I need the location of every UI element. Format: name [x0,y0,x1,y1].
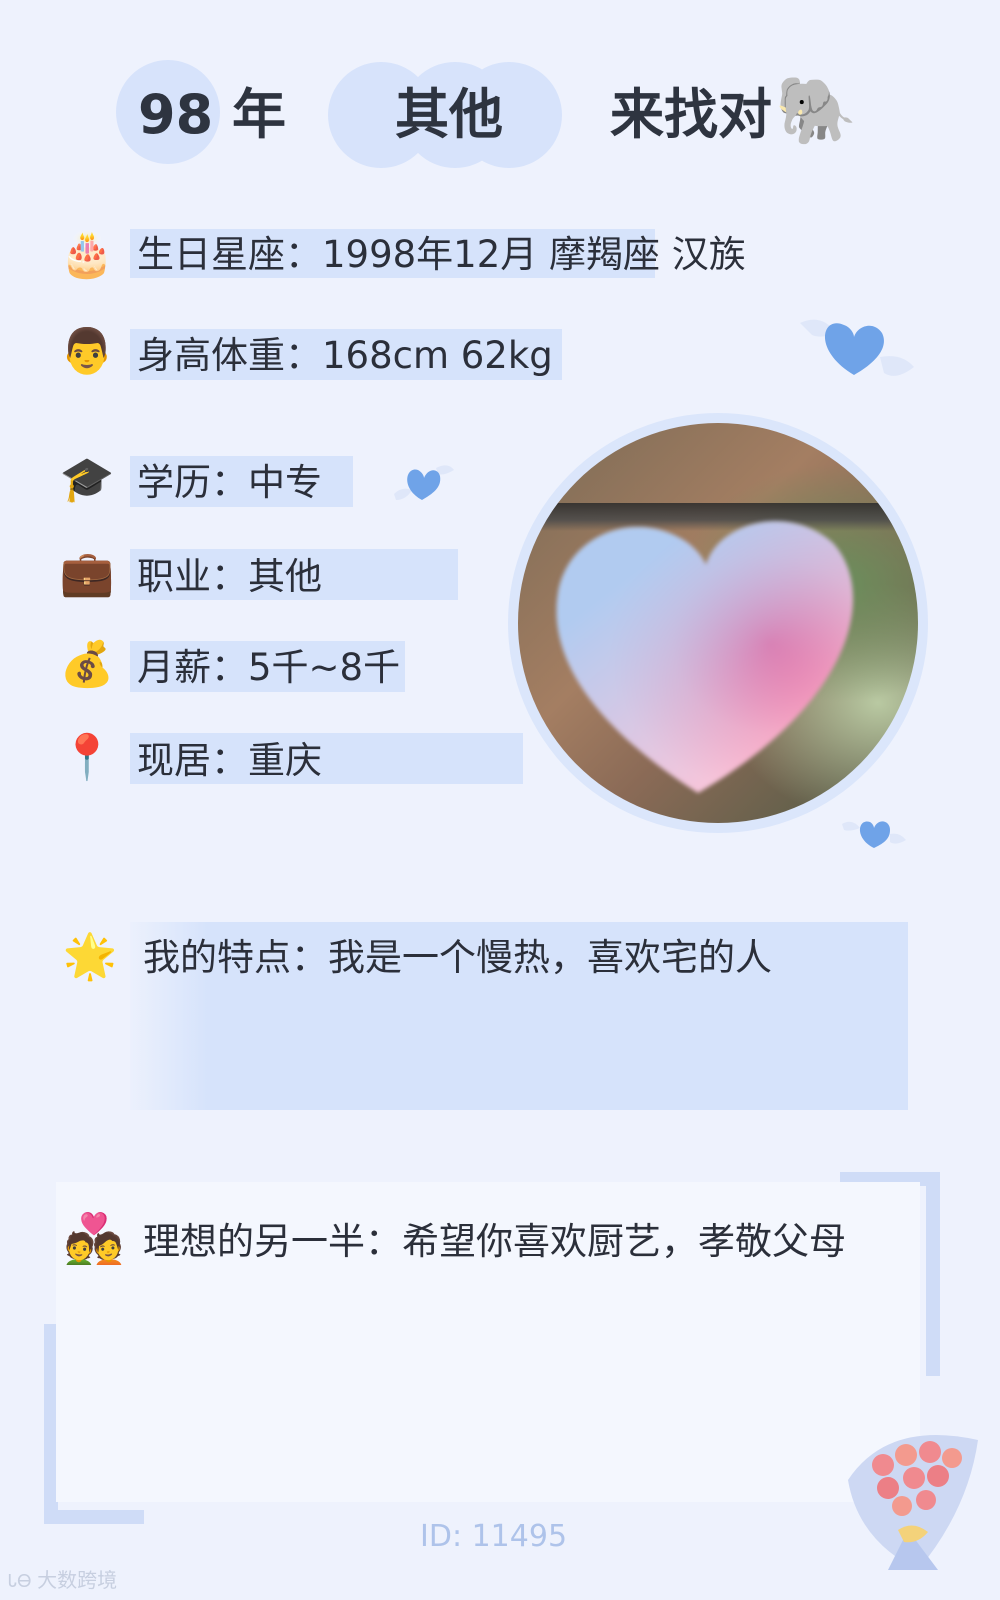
info-occupation: 职业：其他 [137,555,322,598]
info-birthday-zodiac: 生日星座：1998年12月 摩羯座 汉族 [137,233,746,276]
ideal-partner-text: 理想的另一半：希望你喜欢厨艺，孝敬父母 [143,1220,846,1263]
info-education: 学历：中专 [137,461,322,504]
birth-year-number: 98 [138,83,214,146]
job-title: 其他 [395,83,503,146]
briefcase-icon: 💼 [59,548,115,599]
profile-id: ID: 11495 [420,1519,568,1554]
money-bag-icon: 💰 [59,639,115,690]
winged-heart-icon [792,305,922,385]
watermark-text: 大数跨境 [37,1568,118,1592]
privacy-heart-icon [556,521,854,793]
info-residence: 现居：重庆 [137,739,322,782]
birthday-cake-icon: 🎂 [59,229,115,280]
graduation-cap-icon: 🎓 [59,454,115,505]
birth-year-label: 年 [232,83,286,146]
man-face-icon: 👨 [59,326,115,377]
small-heart-icon [392,460,458,504]
profile-photo[interactable] [518,423,918,823]
couple-heart-icon: 💑 [64,1211,124,1267]
location-pin-icon: 📍 [59,732,115,783]
info-height-weight: 身高体重：168cm 62kg [137,334,553,377]
flower-bouquet-icon [828,1420,988,1580]
feature-text: 我的特点：我是一个慢热，喜欢宅的人 [143,936,772,979]
watermark-logo-icon: ᏓᎾ [8,1571,38,1592]
elephant-icon: 🐘 [775,72,858,149]
watermark: ᏓᎾ 大数跨境 [8,1564,117,1593]
small-heart-icon-2 [838,812,908,852]
glowing-star-icon: 🌟 [62,931,118,982]
info-salary: 月薪：5千~8千 [137,646,401,689]
seeking-label: 来找对 [610,83,772,146]
